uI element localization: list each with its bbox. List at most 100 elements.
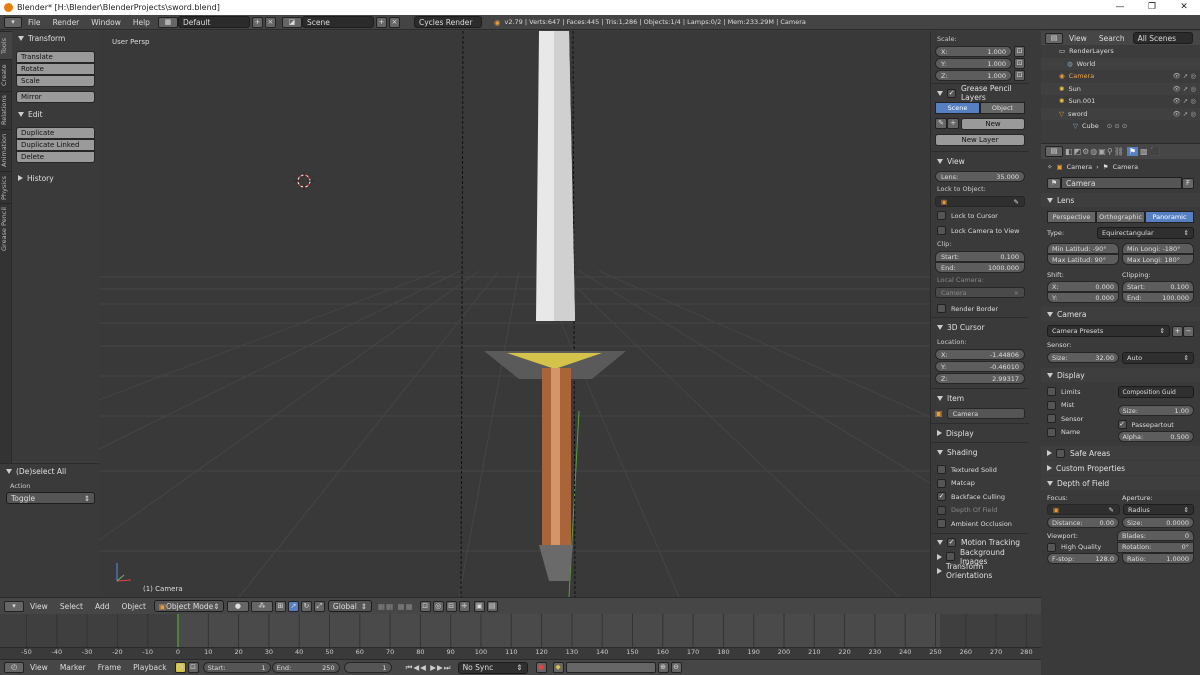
grease-pencil-checkbox[interactable]: ✓ — [947, 88, 956, 98]
visibility-icons[interactable]: 👁 ➚ ◎ — [1172, 85, 1196, 93]
passepartout-checkbox[interactable]: ✓ Passepartout — [1117, 418, 1195, 431]
rotation-field[interactable]: Rotation: 0° — [1117, 541, 1194, 553]
layer-buttons-icon[interactable]: ▦▦ ▦▦ — [378, 602, 414, 611]
shading-panel-header[interactable]: Shading — [931, 445, 1029, 459]
clip-start-field[interactable]: Start: 0.100 — [935, 251, 1025, 262]
item-name-field[interactable]: Camera — [946, 408, 1025, 419]
lock-camera-to-view-checkbox[interactable]: Lock Camera to View — [931, 224, 1029, 237]
orthographic-tab[interactable]: Orthographic — [1096, 211, 1145, 223]
camera-presets-dropdown[interactable]: Camera Presets ⇕ — [1047, 325, 1170, 337]
3d-viewport[interactable]: User Persp (1) Camera — [99, 31, 930, 597]
max-latitude-field[interactable]: Max Latitud: 90° — [1047, 254, 1119, 265]
delete-button[interactable]: Delete — [16, 151, 95, 163]
scale-x-field[interactable]: X: 1.000 — [935, 46, 1012, 57]
action-dropdown[interactable]: Toggle ⇕ — [6, 492, 95, 504]
lock-to-cursor-checkbox[interactable]: Lock to Cursor — [931, 209, 1029, 222]
gp-scene-tab[interactable]: Scene — [935, 102, 980, 114]
minimize-button[interactable]: — — [1104, 0, 1136, 15]
history-panel-header[interactable]: History — [12, 171, 99, 185]
gp-object-tab[interactable]: Object — [980, 102, 1025, 114]
menu-window[interactable]: Window — [85, 18, 127, 27]
ambient-occlusion-checkbox[interactable]: Ambient Occlusion — [931, 517, 1029, 531]
close-button[interactable]: ✕ — [1168, 0, 1200, 15]
add-menu[interactable]: Add — [89, 602, 116, 611]
pin-icon[interactable]: ✧ — [1047, 163, 1052, 171]
panorama-type-dropdown[interactable]: Equirectangular ⇕ — [1097, 227, 1194, 239]
limits-checkbox[interactable]: Limits — [1041, 385, 1118, 399]
camera-data-tab-icon[interactable]: ⚑ — [1126, 147, 1139, 156]
max-longitude-field[interactable]: Max Longi: 180° — [1122, 254, 1194, 265]
sync-mode-dropdown[interactable]: No Sync ⇕ — [457, 661, 528, 674]
display-panel-header[interactable]: Display — [1041, 368, 1200, 382]
insert-keyframe-icon[interactable]: ⊕ — [657, 662, 669, 673]
object-menu[interactable]: Object — [115, 602, 151, 611]
high-quality-checkbox[interactable]: High Quality — [1041, 541, 1114, 553]
min-latitude-field[interactable]: Min Latitud: -90° — [1047, 243, 1119, 254]
matcap-checkbox[interactable]: Matcap — [931, 477, 1029, 491]
datablock-browse-icon[interactable]: ⚑ — [1047, 177, 1061, 189]
visibility-icons[interactable]: 👁 ➚ ◎ — [1172, 110, 1196, 118]
visibility-icons[interactable]: 👁 ➚ ◎ — [1172, 97, 1196, 105]
gp-new-button[interactable]: New — [961, 118, 1025, 130]
timeline-editor-icon[interactable]: ◴ — [4, 662, 24, 673]
outliner-row-sun[interactable]: ✺ Sun 👁 ➚ ◎ — [1041, 82, 1200, 95]
sensor-checkbox[interactable]: Sensor — [1041, 412, 1118, 426]
deselect-all-header[interactable]: (De)select All — [0, 464, 99, 478]
scene-remove-button[interactable]: × — [388, 16, 400, 28]
tab-grease-pencil[interactable]: Grease Pencil — [0, 203, 12, 255]
duplicate-linked-button[interactable]: Duplicate Linked — [16, 139, 95, 151]
cursor-z-field[interactable]: Z: 2.99317 — [935, 373, 1025, 384]
display-panel-header[interactable]: Display — [931, 426, 1029, 440]
mirror-button[interactable]: Mirror — [16, 91, 95, 103]
outliner-row-world[interactable]: ◍ World — [1041, 57, 1200, 70]
camera-panel-header[interactable]: Camera — [1041, 307, 1200, 321]
view-panel-header[interactable]: View — [931, 154, 1029, 168]
tab-animation[interactable]: Animation — [0, 129, 12, 171]
menu-file[interactable]: File — [22, 18, 47, 27]
transform-orientation-dropdown[interactable]: Global ⇕ — [327, 600, 372, 612]
current-frame-field[interactable]: 1 — [343, 662, 392, 673]
visibility-icons[interactable]: 👁 ➚ ◎ — [1172, 72, 1196, 80]
pivot-point-icon[interactable]: ⁂ — [250, 600, 273, 612]
textured-solid-checkbox[interactable]: Textured Solid — [931, 463, 1029, 477]
preset-add-button[interactable]: + — [1172, 325, 1183, 337]
start-frame-field[interactable]: Start: 1 — [202, 662, 271, 673]
tab-create[interactable]: Create — [0, 59, 12, 91]
eyedropper-icon[interactable]: ✎ — [1014, 198, 1019, 206]
display-size-field[interactable]: Size: 1.00 — [1117, 405, 1194, 416]
timeline-area[interactable]: -50 -40 -30 -20 -10 0 10 20 30 40 50 60 70 80 90 100 110… — [0, 614, 1041, 659]
keying-set-icon[interactable]: ◆ — [552, 662, 564, 673]
3d-cursor-header[interactable]: 3D Cursor — [931, 320, 1029, 334]
properties-editor-icon[interactable]: ▤ — [1045, 146, 1063, 157]
fstop-field[interactable]: F-stop: 128.0 — [1047, 553, 1119, 564]
tab-physics[interactable]: Physics — [0, 171, 12, 203]
eyedropper-icon[interactable]: ✎ — [1109, 506, 1114, 514]
tab-tools[interactable]: Tools — [0, 31, 12, 59]
clip-end-field[interactable]: End: 1000.000 — [935, 262, 1025, 273]
end-frame-field[interactable]: End: 250 — [271, 662, 340, 673]
name-checkbox[interactable]: Name — [1041, 426, 1118, 440]
perspective-tab[interactable]: Perspective — [1047, 211, 1096, 223]
render-engine-dropdown[interactable]: Cycles Render — [413, 16, 482, 28]
scale-y-field[interactable]: Y: 1.000 — [935, 58, 1012, 69]
clip-start-field[interactable]: Start: 0.100 — [1122, 281, 1194, 292]
context-tab-icons[interactable]: ◧◩⚙◍▣⚲⛓ — [1065, 147, 1125, 156]
scale-manipulator-icon[interactable]: ⤢ — [313, 600, 325, 612]
translate-button[interactable]: Translate — [16, 51, 95, 63]
layout-icon[interactable]: ▦ — [157, 16, 178, 28]
safe-areas-checkbox[interactable] — [1056, 448, 1065, 458]
edit-panel-header[interactable]: Edit — [12, 107, 99, 121]
ratio-field[interactable]: Ratio: 1.0000 — [1122, 553, 1194, 564]
tab-relations[interactable]: Relations — [0, 91, 12, 129]
min-longitude-field[interactable]: Min Longi: -180° — [1122, 243, 1194, 254]
blades-field[interactable]: Blades: 0 — [1117, 530, 1194, 541]
outliner-search-menu[interactable]: Search — [1093, 34, 1131, 43]
focus-object-field[interactable]: ▣ ✎ — [1047, 504, 1120, 515]
use-preview-range-icon[interactable]: ◷ — [174, 662, 186, 673]
transform-orientations-header[interactable]: Transform Orientations — [931, 562, 1029, 580]
background-images-checkbox[interactable] — [946, 552, 955, 561]
outliner-row-camera[interactable]: ◉ Camera 👁 ➚ ◎ — [1041, 70, 1200, 83]
datablock-name-field[interactable]: Camera — [1061, 177, 1182, 189]
mode-dropdown[interactable]: ▣ Object Mode ⇕ — [153, 600, 224, 612]
frame-menu[interactable]: Frame — [92, 663, 127, 672]
